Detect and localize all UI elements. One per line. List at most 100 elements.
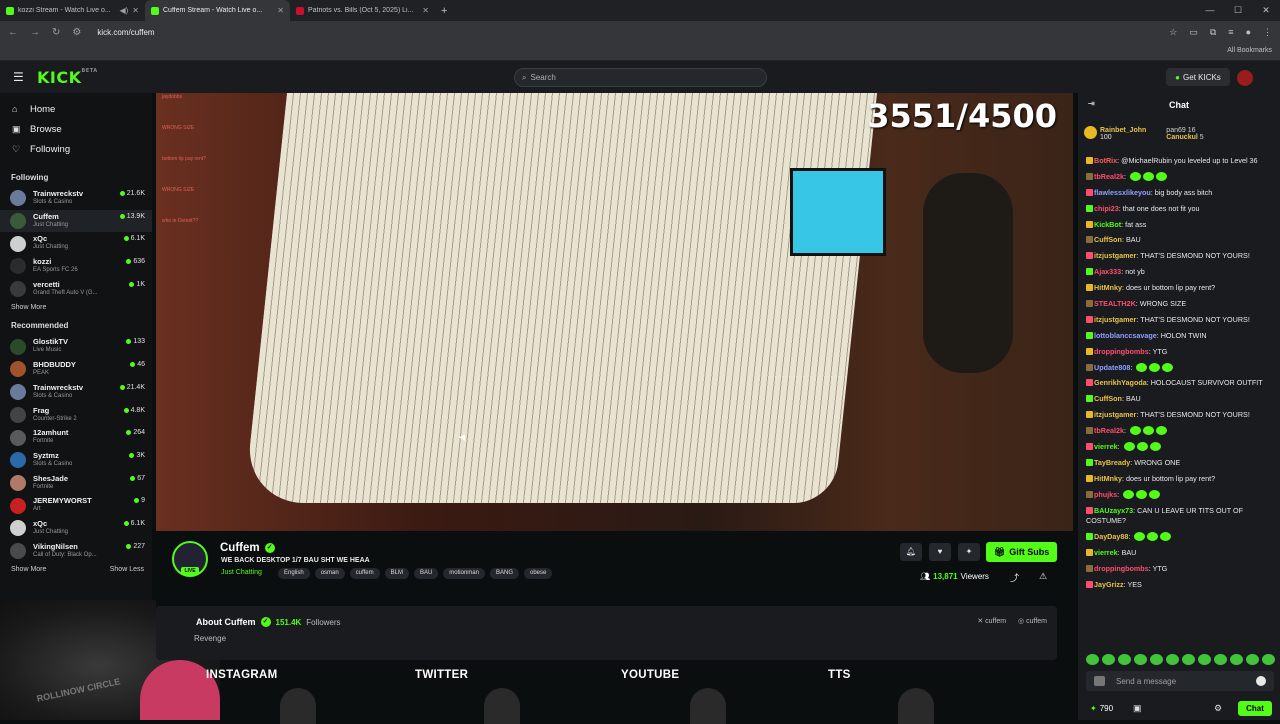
chat-username[interactable]: chipi23 bbox=[1094, 204, 1119, 213]
stream-tag[interactable]: BLM bbox=[384, 568, 409, 579]
follow-heart-icon[interactable]: ♥ bbox=[929, 543, 951, 561]
streamer-name[interactable]: Cuffem ✓ bbox=[220, 542, 275, 554]
sidebar-channel[interactable]: Trainwreckstv Slots & Casino 21.6K bbox=[0, 187, 152, 210]
profile-icon[interactable]: ● bbox=[1246, 27, 1251, 38]
chat-username[interactable]: vierrek bbox=[1094, 548, 1118, 557]
send-chat-button[interactable]: Chat bbox=[1238, 701, 1272, 716]
emote-icon[interactable] bbox=[1134, 654, 1147, 665]
panel-youtube[interactable]: YOUTUBE bbox=[621, 669, 679, 681]
search-input[interactable]: ⌕ Search bbox=[514, 68, 767, 87]
sidebar-channel[interactable]: Trainwreckstv Slots & Casino 21.4K bbox=[0, 381, 152, 404]
chat-username[interactable]: JayGrizz bbox=[1094, 580, 1124, 589]
notification-bell-icon[interactable]: 🔔︎ bbox=[900, 543, 922, 561]
maximize-icon[interactable]: ☐ bbox=[1224, 0, 1252, 21]
chat-username[interactable]: HitMnky bbox=[1094, 283, 1122, 292]
show-less-button[interactable]: Show Less bbox=[110, 566, 144, 573]
menu-kebab-icon[interactable]: ⋮ bbox=[1263, 27, 1272, 38]
sidebar-channel[interactable]: kozzi EA Sports FC 26 636 bbox=[0, 255, 152, 278]
sidebar-channel[interactable]: 12amhunt Fortnite 264 bbox=[0, 426, 152, 449]
extensions-icon[interactable]: ⧉ bbox=[1210, 27, 1216, 38]
emote-icon[interactable] bbox=[1166, 654, 1179, 665]
collapse-chat-icon[interactable]: ⇥ bbox=[1088, 99, 1095, 108]
emote-icon[interactable] bbox=[1230, 654, 1243, 665]
share-icon[interactable]: ⤴ bbox=[1010, 571, 1019, 584]
media-icon[interactable]: ≡ bbox=[1228, 27, 1233, 38]
chat-username[interactable]: itzjustgamer bbox=[1094, 251, 1136, 260]
sidebar-channel[interactable]: Syztmz Slots & Casino 3K bbox=[0, 449, 152, 472]
social-instagram-link[interactable]: ◎ cuffem bbox=[1018, 617, 1047, 625]
emote-icon[interactable] bbox=[1262, 654, 1275, 665]
panel-twitter[interactable]: TWITTER bbox=[415, 669, 468, 681]
chat-username[interactable]: TayBready bbox=[1094, 458, 1130, 467]
sidebar-nav-browse[interactable]: ▣ Browse bbox=[0, 119, 152, 139]
bookmark-star-icon[interactable]: ☆ bbox=[1169, 27, 1177, 38]
sidebar-channel[interactable]: VikingNilsen Call of Duty: Black Op... 227 bbox=[0, 540, 152, 563]
emote-icon[interactable] bbox=[1182, 654, 1195, 665]
chat-username[interactable]: GenrikhYagoda bbox=[1094, 378, 1147, 387]
chat-username[interactable]: itzjustgamer bbox=[1094, 410, 1136, 419]
emoji-picker-icon[interactable] bbox=[1256, 676, 1266, 686]
kick-logo[interactable]: KICKBETA bbox=[37, 68, 98, 87]
chat-username[interactable]: STEALTH2K bbox=[1094, 299, 1136, 308]
browser-tab-kozzi[interactable]: kozzi Stream - Watch Live o... ◀) ✕ bbox=[0, 0, 145, 21]
sidebar-nav-following[interactable]: ♡ Following bbox=[0, 139, 152, 159]
show-more-following-button[interactable]: Show More bbox=[11, 304, 46, 311]
stream-tag[interactable]: cuffem bbox=[349, 568, 380, 579]
report-icon[interactable]: ⚠ bbox=[1039, 571, 1047, 582]
sidebar-channel[interactable]: Frag Counter-Strike 2 4.8K bbox=[0, 404, 152, 427]
chat-username[interactable]: tbReal2k bbox=[1094, 172, 1124, 181]
stream-tag[interactable]: osman bbox=[314, 568, 345, 579]
stream-tag[interactable]: BAU bbox=[413, 568, 439, 579]
emote-icon[interactable] bbox=[1086, 654, 1099, 665]
sidebar-channel[interactable]: ShesJade Fortnite 67 bbox=[0, 472, 152, 495]
sidebar-channel[interactable]: xQc Just Chatting 6.1K bbox=[0, 517, 152, 540]
chat-username[interactable]: Update808 bbox=[1094, 363, 1130, 372]
panel-tts[interactable]: TTS bbox=[828, 669, 851, 681]
emote-icon[interactable] bbox=[1150, 654, 1163, 665]
stream-tag[interactable]: BANG bbox=[489, 568, 519, 579]
stream-category-link[interactable]: Just Chatting bbox=[221, 569, 262, 576]
chat-username[interactable]: HitMnky bbox=[1094, 474, 1122, 483]
tab-close-icon[interactable]: ✕ bbox=[132, 6, 139, 15]
sidebar-channel[interactable]: BHDBUDDY PEAK 46 bbox=[0, 358, 152, 381]
forward-icon[interactable]: → bbox=[30, 27, 40, 38]
reload-icon[interactable]: ↻ bbox=[52, 27, 60, 38]
sidebar-channel[interactable]: vercetti Grand Theft Auto V (G... 1K bbox=[0, 278, 152, 301]
emote-icon[interactable] bbox=[1198, 654, 1211, 665]
stream-tag[interactable]: motionman bbox=[443, 568, 485, 579]
tab-close-icon[interactable]: ✕ bbox=[422, 6, 429, 15]
site-info-icon[interactable]: ⚙ bbox=[72, 27, 81, 38]
get-kicks-button[interactable]: ● Get KICKs bbox=[1166, 68, 1230, 86]
chat-username[interactable]: droppingbombs bbox=[1094, 564, 1149, 573]
clip-icon[interactable]: ✦ bbox=[958, 543, 980, 561]
sidebar-channel[interactable]: GlostikTV Live Music 133 bbox=[0, 335, 152, 358]
gift-subs-button[interactable]: 🎁︎ Gift Subs bbox=[986, 542, 1057, 562]
hamburger-menu-icon[interactable]: ☰ bbox=[13, 70, 27, 84]
minimize-icon[interactable]: — bbox=[1196, 0, 1224, 21]
emote-icon[interactable] bbox=[1118, 654, 1131, 665]
chat-username[interactable]: lottoblanccsavage bbox=[1094, 331, 1157, 340]
video-player[interactable]: jaydobbs WRONG SIZE bottom lip pay rent? WR… bbox=[156, 93, 1073, 531]
browser-tab-cuffem[interactable]: Cuffem Stream - Watch Live o... ✕ bbox=[145, 0, 290, 21]
stream-tag[interactable]: English bbox=[278, 568, 310, 579]
sidebar-channel[interactable]: Cuffem Just Chatting 13.9K bbox=[0, 209, 152, 233]
channel-points[interactable]: ✦ 790 bbox=[1090, 704, 1113, 713]
chat-username[interactable]: Ajax333 bbox=[1094, 267, 1121, 276]
chat-username[interactable]: flawlessxlikeyou bbox=[1094, 188, 1151, 197]
browser-tab-patriots[interactable]: Patriots vs. Bills (Oct 5, 2025) Li... ✕ bbox=[290, 0, 435, 21]
emote-icon[interactable] bbox=[1246, 654, 1259, 665]
chat-username[interactable]: phujks bbox=[1094, 490, 1117, 499]
sidebar-channel[interactable]: xQc Just Chatting 6.1K bbox=[0, 232, 152, 255]
chat-settings-icon[interactable]: ⚙ bbox=[1214, 703, 1222, 714]
chat-input[interactable]: Send a message bbox=[1086, 671, 1274, 691]
all-bookmarks-button[interactable]: All Bookmarks bbox=[1227, 47, 1272, 54]
chat-username[interactable]: BotRix bbox=[1094, 156, 1117, 165]
chat-username[interactable]: BAUzayx73 bbox=[1094, 506, 1133, 515]
back-icon[interactable]: ← bbox=[8, 27, 18, 38]
new-tab-icon[interactable]: + bbox=[441, 5, 447, 17]
chat-username[interactable]: vierrek bbox=[1094, 442, 1118, 451]
address-bar[interactable]: kick.com/cuffem bbox=[93, 24, 1157, 40]
mute-icon[interactable]: ◀) bbox=[119, 6, 128, 15]
chat-username[interactable]: tbReal2k bbox=[1094, 426, 1124, 435]
show-more-button[interactable]: Show More bbox=[11, 566, 46, 573]
